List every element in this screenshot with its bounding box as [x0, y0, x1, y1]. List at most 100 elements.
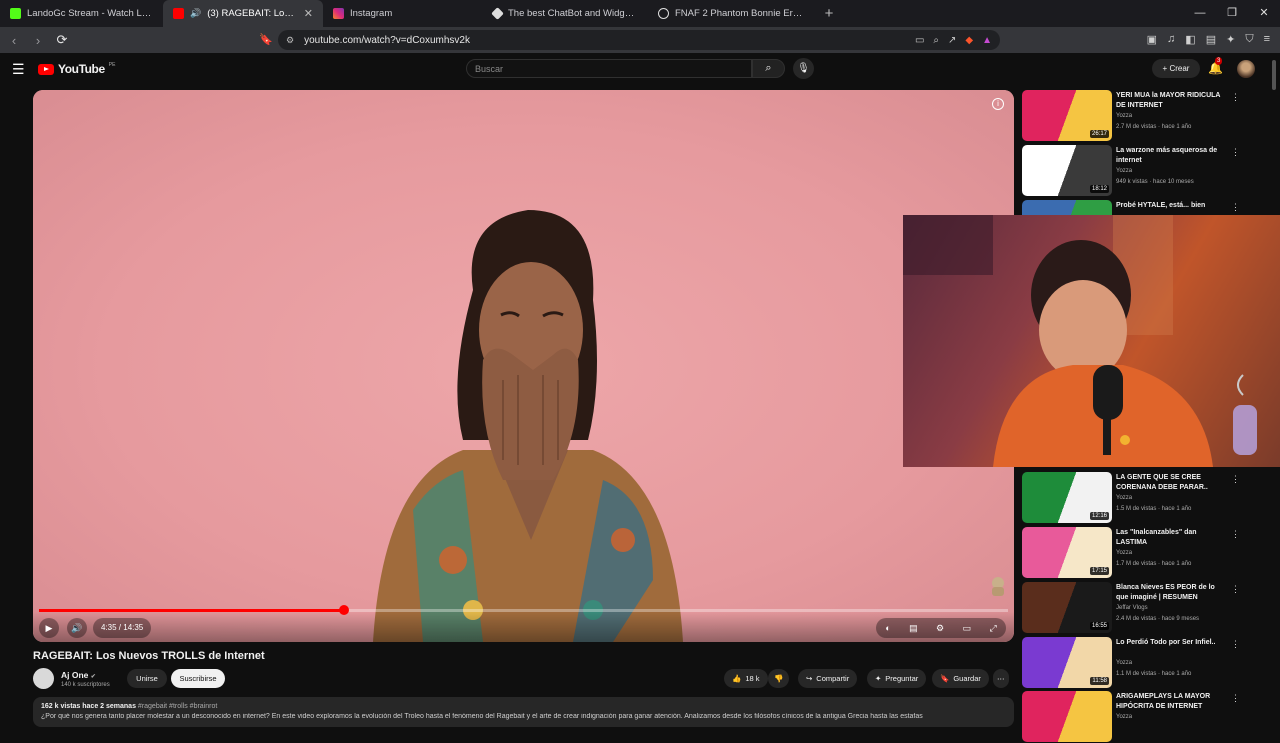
dislike-button[interactable]: 👎	[768, 669, 790, 688]
video-thumbnail[interactable]: 12:16	[1022, 472, 1112, 523]
account-avatar[interactable]	[1237, 60, 1255, 78]
recommended-title[interactable]: Probé HYTALE, está... bien	[1116, 201, 1228, 211]
more-actions-button[interactable]: ⋯	[993, 669, 1009, 688]
share-icon[interactable]: ↗	[948, 35, 956, 46]
recommended-video[interactable]: 11:58 Lo Perdió Todo por Ser Infiel.. Yozz…	[1022, 637, 1244, 689]
video-title: RAGEBAIT: Los Nuevos TROLLS de Internet	[33, 650, 265, 662]
recommended-channel[interactable]: Yozza	[1116, 714, 1132, 720]
recommended-title[interactable]: Blanca Nieves ES PEOR de lo que imaginé …	[1116, 583, 1228, 603]
notifications-button[interactable]: 🔔 3	[1208, 57, 1223, 75]
reload-icon[interactable]: ⟳	[52, 32, 72, 48]
recommended-title[interactable]: LA GENTE QUE SE CREE CORENANA DEBE PARAR…	[1116, 473, 1228, 493]
video-player[interactable]: i ▶ 🔊 4:35 / 14:35 ◐ ▤ ⚙ ▭ ⤢	[33, 90, 1014, 642]
search-button[interactable]: ⌕	[752, 59, 785, 78]
more-options-icon[interactable]: ⋮	[1231, 147, 1240, 158]
cast-icon[interactable]: ▭	[915, 35, 924, 46]
channel-avatar[interactable]	[33, 668, 54, 689]
recommended-channel[interactable]: Yozza	[1116, 550, 1132, 556]
recommended-channel[interactable]: Yozza	[1116, 495, 1132, 501]
video-thumbnail[interactable]	[1022, 691, 1112, 742]
page-scrollbar[interactable]	[1272, 60, 1276, 90]
hamburger-menu-icon[interactable]: ☰	[12, 61, 25, 78]
recommended-video[interactable]: 12:16 LA GENTE QUE SE CREE CORENANA DEBE …	[1022, 472, 1244, 524]
recommended-video[interactable]: 16:55 Blanca Nieves ES PEOR de lo que ima…	[1022, 582, 1244, 634]
site-settings-icon[interactable]: ⚙	[286, 35, 294, 46]
vpn-icon[interactable]: ⛉	[1245, 33, 1253, 46]
info-icon[interactable]: i	[992, 98, 1004, 110]
close-tab-icon[interactable]: ✕	[304, 7, 313, 20]
forward-icon[interactable]: ›	[28, 33, 48, 48]
more-options-icon[interactable]: ⋮	[1231, 202, 1240, 213]
video-thumbnail[interactable]: 26:17	[1022, 90, 1112, 141]
like-button[interactable]: 👍 18 k	[724, 669, 768, 688]
recommended-channel[interactable]: Jeffar Vlogs	[1116, 605, 1148, 611]
more-options-icon[interactable]: ⋮	[1231, 92, 1240, 103]
recommended-channel[interactable]: Yozza	[1116, 168, 1132, 174]
recommended-title[interactable]: Lo Perdió Todo por Ser Infiel..	[1116, 638, 1228, 648]
fullscreen-icon[interactable]: ⤢	[990, 623, 997, 634]
more-options-icon[interactable]: ⋮	[1231, 693, 1240, 704]
wallet-icon[interactable]: ▤	[1206, 33, 1216, 46]
new-tab-button[interactable]: +	[819, 5, 839, 22]
share-button[interactable]: ↪ Compartir	[798, 669, 858, 688]
browser-tab-kick[interactable]: LandoGc Stream - Watch Live on Kick	[0, 0, 163, 27]
voice-search-button[interactable]: 🎙	[793, 58, 814, 79]
reader-icon[interactable]: ▣	[1147, 33, 1157, 46]
video-thumbnail[interactable]: 17:15	[1022, 527, 1112, 578]
brave-shield-icon[interactable]: ◆	[965, 35, 973, 46]
browser-menu-icon[interactable]: ≡	[1264, 33, 1270, 46]
recommended-video[interactable]: 26:17 YERI MUA la MAYOR RIDICULA DE INTER…	[1022, 90, 1244, 142]
description-box[interactable]: 162 k vistas hace 2 semanas #ragebait #t…	[33, 697, 1014, 727]
back-icon[interactable]: ‹	[4, 33, 24, 48]
video-thumbnail[interactable]: 16:55	[1022, 582, 1112, 633]
duration-badge: 17:15	[1089, 567, 1109, 575]
channel-name[interactable]: Aj One ✔	[61, 670, 96, 680]
more-options-icon[interactable]: ⋮	[1231, 474, 1240, 485]
rewards-icon[interactable]: ▲	[982, 35, 992, 46]
more-options-icon[interactable]: ⋮	[1231, 529, 1240, 540]
ask-button[interactable]: ✦ Preguntar	[867, 669, 927, 688]
sidebar-icon[interactable]: ◧	[1185, 33, 1195, 46]
zoom-icon[interactable]: ⌕	[933, 35, 939, 46]
recommended-video[interactable]: ARIGAMEPLAYS LA MAYOR HIPÓCRITA DE INTER…	[1022, 691, 1244, 743]
close-window-icon[interactable]: ✕	[1248, 0, 1280, 27]
subtitles-icon[interactable]: ▤	[909, 623, 918, 634]
recommended-channel[interactable]: Yozza	[1116, 660, 1132, 666]
recommended-title[interactable]: La warzone más asquerosa de internet	[1116, 146, 1228, 166]
recommended-video[interactable]: 18:12 La warzone más asquerosa de interne…	[1022, 145, 1244, 197]
browser-tab-fnaf[interactable]: FNAF 2 Phantom Bonnie Error	[648, 0, 813, 27]
youtube-logo[interactable]: YouTube PE	[38, 62, 115, 76]
recommended-channel[interactable]: Yozza	[1116, 113, 1132, 119]
leo-icon[interactable]: ✦	[1226, 33, 1235, 46]
video-thumbnail[interactable]: 18:12	[1022, 145, 1112, 196]
volume-button[interactable]: 🔊	[67, 618, 87, 638]
hashtags[interactable]: #ragebait #trolls #brainrot	[138, 703, 217, 710]
video-thumbnail[interactable]: 11:58	[1022, 637, 1112, 688]
theater-mode-icon[interactable]: ▭	[963, 623, 972, 634]
autoplay-toggle-icon[interactable]: ◐	[885, 623, 890, 633]
kick-favicon-icon	[10, 8, 21, 19]
play-button[interactable]: ▶	[39, 618, 59, 638]
more-options-icon[interactable]: ⋮	[1231, 584, 1240, 595]
browser-tab-chatbot[interactable]: The best ChatBot and Widgets for Kick	[483, 0, 648, 27]
channel-watermark-icon[interactable]	[988, 575, 1008, 597]
minimize-icon[interactable]: —	[1184, 0, 1216, 27]
settings-gear-icon[interactable]: ⚙	[936, 623, 944, 634]
browser-tab-youtube[interactable]: 🔊 (3) RAGEBAIT: Los Nuevos TROLLS ✕	[163, 0, 323, 27]
progress-bar[interactable]	[39, 605, 1008, 615]
recommended-title[interactable]: YERI MUA la MAYOR RIDICULA DE INTERNET	[1116, 91, 1228, 111]
save-button[interactable]: 🔖 Guardar	[932, 669, 989, 688]
bookmark-icon[interactable]: 🔖	[259, 33, 273, 46]
create-button[interactable]: + Crear	[1152, 59, 1200, 78]
recommended-title[interactable]: Las "Inalcanzables" dan LASTIMA	[1116, 528, 1228, 548]
restore-icon[interactable]: ❐	[1216, 0, 1248, 27]
search-input[interactable]: Buscar	[466, 59, 752, 78]
join-button[interactable]: Unirse	[127, 669, 167, 688]
music-icon[interactable]: ♫	[1167, 33, 1175, 46]
subscribe-button[interactable]: Suscribirse	[171, 669, 225, 688]
recommended-title[interactable]: ARIGAMEPLAYS LA MAYOR HIPÓCRITA DE INTER…	[1116, 692, 1228, 712]
more-options-icon[interactable]: ⋮	[1231, 639, 1240, 650]
recommended-video[interactable]: 17:15 Las "Inalcanzables" dan LASTIMA Yozz…	[1022, 527, 1244, 579]
url-field[interactable]: ⚙ youtube.com/watch?v=dCoxumhsv2k ▭ ⌕ ↗ …	[278, 30, 1000, 50]
browser-tab-instagram[interactable]: Instagram	[323, 0, 483, 27]
